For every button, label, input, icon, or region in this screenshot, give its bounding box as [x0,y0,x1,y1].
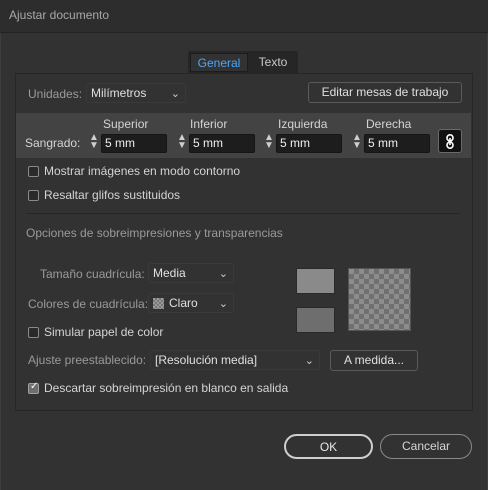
grid-colors-dropdown[interactable]: Claro ⌄ [148,293,234,313]
outline-images-checkbox[interactable] [28,166,39,177]
bleed-left-input[interactable]: 5 mm [276,134,342,153]
grid-color-swatch-bottom[interactable] [296,307,335,333]
units-dropdown[interactable]: Milímetros ⌄ [86,83,186,103]
bleed-bottom-input[interactable]: 5 mm [189,134,255,153]
highlight-glyphs-label: Resaltar glifos sustituidos [44,188,181,202]
stepper-icon[interactable]: ▲ ▼ [352,133,362,151]
chain-link-icon [446,134,454,149]
bleed-left-label: Izquierda [278,117,328,131]
chevron-down-icon: ⌄ [218,268,228,280]
outline-images-label: Mostrar imágenes en modo contorno [44,164,241,178]
grid-colors-label: Colores de cuadrícula: [28,297,149,311]
checker-swatch-icon [153,298,164,309]
tab-bar: General Texto [188,51,298,74]
chevron-down-icon: ⌄ [304,355,314,367]
transparency-grid-preview [348,268,411,331]
grid-size-dropdown[interactable]: Media ⌄ [148,263,234,283]
chevron-down-icon: ⌄ [218,298,228,310]
ok-button[interactable]: OK [284,434,373,459]
custom-preset-button[interactable]: A medida... [330,350,418,371]
stepper-icon[interactable]: ▲ ▼ [264,133,274,151]
cancel-button[interactable]: Cancelar [380,434,472,459]
grid-color-swatch-top[interactable] [296,268,335,294]
bleed-top-label: Superior [103,117,149,131]
grid-colors-value: Claro [169,296,198,310]
units-value: Milímetros [91,86,147,100]
stepper-icon[interactable]: ▲ ▼ [177,133,187,151]
preset-dropdown[interactable]: [Resolución media] ⌄ [150,350,320,370]
simulate-paper-checkbox[interactable] [28,327,39,338]
preset-value: [Resolución media] [155,353,258,367]
tab-texto[interactable]: Texto [250,53,296,72]
divider [26,213,460,214]
highlight-glyphs-checkbox[interactable] [28,190,39,201]
stepper-icon[interactable]: ▲ ▼ [89,133,99,151]
simulate-paper-label: Simular papel de color [44,325,164,339]
bleed-label: Sangrado: [25,136,81,150]
grid-size-label: Tamaño cuadrícula: [40,267,145,281]
grid-size-value: Media [153,266,186,280]
units-label: Unidades: [28,87,83,101]
title-bar: Ajustar documento [0,0,488,33]
section-title: Opciones de sobreimpresiones y transpare… [26,226,283,240]
link-bleed-button[interactable] [438,129,462,153]
bleed-right-input[interactable]: 5 mm [364,134,430,153]
chevron-down-icon: ⌄ [170,88,180,100]
discard-overprint-checkbox[interactable] [28,381,39,394]
discard-overprint-label: Descartar sobreimpresión en blanco en sa… [44,381,289,395]
bleed-right-label: Derecha [366,117,412,131]
edit-artboards-button[interactable]: Editar mesas de trabajo [308,82,462,103]
tab-general[interactable]: General [190,53,248,72]
window-title: Ajustar documento [9,8,110,22]
bleed-bottom-label: Inferior [190,117,228,131]
preset-label: Ajuste preestablecido: [28,353,147,367]
bleed-top-input[interactable]: 5 mm [101,134,167,153]
